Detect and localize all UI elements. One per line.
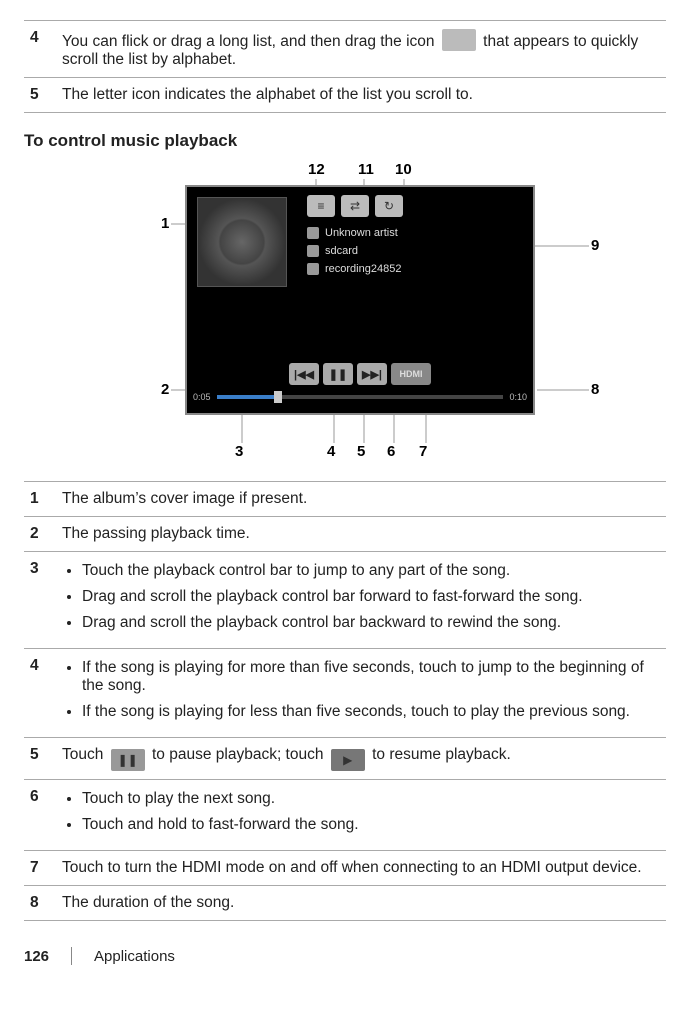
progress-bar: 0:05 0:10 <box>193 391 527 403</box>
callout-12: 12 <box>308 161 325 178</box>
section-heading: To control music playback <box>24 131 666 151</box>
scroll-handle-icon <box>442 29 476 51</box>
album-icon <box>307 245 319 257</box>
step-number: 4 <box>24 21 56 78</box>
next-icon: ▶▶| <box>357 363 387 385</box>
table-row: 2 The passing playback time. <box>24 517 666 552</box>
time-elapsed: 0:05 <box>193 392 211 402</box>
row-text: Touch to play the next song. Touch and h… <box>56 780 666 851</box>
callout-1: 1 <box>161 215 169 232</box>
table-row: 8 The duration of the song. <box>24 886 666 921</box>
row-number: 3 <box>24 552 56 649</box>
hdmi-button: HDMI <box>391 363 431 385</box>
row-number: 5 <box>24 738 56 780</box>
table-row: 7 Touch to turn the HDMI mode on and off… <box>24 851 666 886</box>
seek-knob <box>274 391 282 403</box>
callout-6: 6 <box>387 443 395 460</box>
step-number: 5 <box>24 78 56 113</box>
callout-11: 11 <box>358 161 374 178</box>
seek-track <box>217 395 504 399</box>
track-icon <box>307 263 319 275</box>
callout-5: 5 <box>357 443 365 460</box>
page-footer: 126 Applications <box>24 947 666 965</box>
table-row: 5 The letter icon indicates the alphabet… <box>24 78 666 113</box>
footer-separator <box>71 947 72 965</box>
album-cover <box>197 197 287 287</box>
row-number: 2 <box>24 517 56 552</box>
row-number: 8 <box>24 886 56 921</box>
row-number: 6 <box>24 780 56 851</box>
row-text: Touch to turn the HDMI mode on and off w… <box>56 851 666 886</box>
callout-8: 8 <box>591 381 599 398</box>
top-steps-table: 4 You can flick or drag a long list, and… <box>24 20 666 113</box>
player-figure: 12 11 10 1 2 9 8 3 4 5 6 7 ≡ ⇄ ↻ Unknown… <box>25 161 665 471</box>
artist-row: Unknown artist <box>307 227 398 239</box>
section-name: Applications <box>94 948 175 965</box>
artist-icon <box>307 227 319 239</box>
row-text: Touch the playback control bar to jump t… <box>56 552 666 649</box>
album-row: sdcard <box>307 245 358 257</box>
callout-2: 2 <box>161 381 169 398</box>
previous-icon: |◀◀ <box>289 363 319 385</box>
callout-4: 4 <box>327 443 335 460</box>
table-row: 4 You can flick or drag a long list, and… <box>24 21 666 78</box>
table-row: 1 The album’s cover image if present. <box>24 482 666 517</box>
music-player-screenshot: ≡ ⇄ ↻ Unknown artist sdcard recording248… <box>185 185 535 415</box>
step-text: You can flick or drag a long list, and t… <box>56 21 666 78</box>
queue-icon: ≡ <box>307 195 335 217</box>
row-text: If the song is playing for more than fiv… <box>56 649 666 738</box>
repeat-icon: ↻ <box>375 195 403 217</box>
legend-table: 1 The album’s cover image if present. 2 … <box>24 481 666 921</box>
pause-icon: ❚❚ <box>323 363 353 385</box>
callout-10: 10 <box>395 161 412 178</box>
table-row: 6 Touch to play the next song. Touch and… <box>24 780 666 851</box>
row-number: 1 <box>24 482 56 517</box>
callout-3: 3 <box>235 443 243 460</box>
row-number: 7 <box>24 851 56 886</box>
title-row: recording24852 <box>307 263 401 275</box>
pause-icon: ❚❚ <box>111 749 145 771</box>
shuffle-icon: ⇄ <box>341 195 369 217</box>
time-total: 0:10 <box>509 392 527 402</box>
table-row: 4 If the song is playing for more than f… <box>24 649 666 738</box>
row-number: 4 <box>24 649 56 738</box>
play-icon: ▶ <box>331 749 365 771</box>
callout-9: 9 <box>591 237 599 254</box>
callout-7: 7 <box>419 443 427 460</box>
table-row: 5 Touch ❚❚ to pause playback; touch ▶ to… <box>24 738 666 780</box>
step-text: The letter icon indicates the alphabet o… <box>56 78 666 113</box>
row-text: The passing playback time. <box>56 517 666 552</box>
row-text: The album’s cover image if present. <box>56 482 666 517</box>
top-buttons: ≡ ⇄ ↻ <box>307 195 403 217</box>
seek-fill <box>217 395 274 399</box>
row-text: The duration of the song. <box>56 886 666 921</box>
row-text: Touch ❚❚ to pause playback; touch ▶ to r… <box>56 738 666 780</box>
table-row: 3 Touch the playback control bar to jump… <box>24 552 666 649</box>
playback-controls: |◀◀ ❚❚ ▶▶| HDMI <box>187 361 533 387</box>
page-number: 126 <box>24 948 49 965</box>
